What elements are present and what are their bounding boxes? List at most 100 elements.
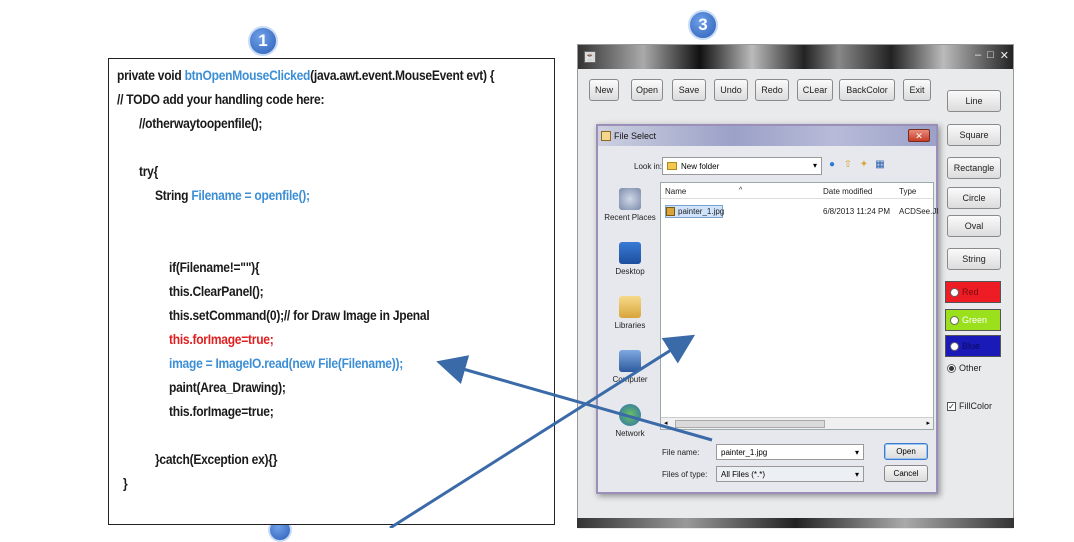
chevron-down-icon: ▾ [854, 470, 859, 479]
chevron-down-icon: ▾ [854, 448, 859, 457]
file-select-dialog: File Select ✕ Look in: New folder ▾ ● ⇧ … [596, 124, 939, 494]
step-1-badge: 1 [248, 26, 278, 56]
network-icon [619, 404, 641, 426]
file-name-label: File name: [662, 448, 700, 457]
minimize-icon[interactable]: – [975, 49, 981, 62]
scroll-left-icon[interactable]: ◂ [664, 419, 668, 427]
dialog-titlebar: File Select ✕ [598, 126, 936, 146]
color-red-label: Red [962, 287, 979, 297]
color-blue-label: Blue [962, 341, 981, 351]
dialog-app-icon [601, 131, 611, 141]
exit-button[interactable]: Exit [903, 79, 931, 101]
app-titlebar: ☕ – □ ✕ [578, 45, 1013, 69]
code-line-filename: String Filename = openfile(); [155, 187, 310, 203]
redo-button[interactable]: Redo [755, 79, 789, 101]
column-name[interactable]: Name [665, 187, 686, 196]
file-list-header: Name ^ Date modified Type [661, 183, 933, 199]
color-green-radio[interactable]: Green [945, 309, 1001, 331]
new-button[interactable]: New [589, 79, 619, 101]
radio-dot-selected [947, 363, 956, 373]
step-3-badge: 3 [688, 10, 718, 40]
undo-button[interactable]: Undo [714, 79, 748, 101]
desktop-icon [619, 242, 641, 264]
close-icon[interactable]: ✕ [908, 129, 930, 142]
window-controls: – □ ✕ [975, 49, 1009, 62]
look-in-label: Look in: [634, 162, 663, 171]
file-date-cell: 6/8/2013 11:24 PM [823, 207, 891, 216]
dialog-cancel-button[interactable]: Cancel [884, 465, 928, 482]
up-folder-icon[interactable]: ⇧ [842, 158, 854, 170]
file-type-label: Files of type: [662, 470, 708, 479]
square-button[interactable]: Square [947, 124, 1001, 146]
circle-button[interactable]: Circle [947, 187, 1001, 209]
code-line-try: try{ [139, 163, 159, 179]
clear-button[interactable]: CLear [797, 79, 833, 101]
fillcolor-label: FillColor [959, 401, 993, 411]
folder-icon [667, 162, 677, 170]
file-name-cell: painter_1.jpg [678, 207, 725, 216]
dialog-title: File Select [614, 131, 657, 141]
fillcolor-checkbox[interactable]: ✓ FillColor [947, 401, 992, 411]
code-line-comment: //otherwaytoopenfile(); [139, 115, 263, 131]
places-bar: Recent Places Desktop Libraries Computer… [602, 182, 658, 444]
string-button[interactable]: String [947, 248, 1001, 270]
app-java-icon: ☕ [584, 51, 596, 63]
place-libraries[interactable]: Libraries [602, 296, 658, 330]
color-red-radio[interactable]: Red [945, 281, 1001, 303]
look-in-select[interactable]: New folder ▾ [662, 157, 822, 175]
code-line-close-brace: } [123, 475, 128, 491]
radio-dot [950, 341, 959, 351]
place-network[interactable]: Network [602, 404, 658, 438]
place-desktop[interactable]: Desktop [602, 242, 658, 276]
column-type[interactable]: Type [899, 187, 916, 196]
save-button[interactable]: Save [672, 79, 706, 101]
place-libraries-label: Libraries [614, 321, 646, 330]
code-line-if: if(Filename!=""){ [169, 259, 260, 275]
scrollbar-thumb[interactable] [675, 420, 825, 428]
chevron-down-icon: ▾ [812, 161, 817, 170]
backcolor-button[interactable]: BackColor [839, 79, 895, 101]
place-computer-label: Computer [612, 375, 648, 384]
radio-dot [950, 315, 959, 325]
place-desktop-label: Desktop [615, 267, 645, 276]
dialog-open-button[interactable]: Open [884, 443, 928, 460]
look-in-value: New folder [681, 161, 720, 171]
place-network-label: Network [615, 429, 645, 438]
code-panel: private void btnOpenMouseClicked(java.aw… [108, 58, 555, 525]
oval-button[interactable]: Oval [947, 215, 1001, 237]
code-line-forimage-red: this.forImage=true; [169, 331, 274, 347]
code-line-setcommand: this.setCommand(0);// for Draw Image in … [169, 307, 430, 323]
back-icon[interactable]: ● [826, 158, 838, 170]
place-computer[interactable]: Computer [602, 350, 658, 384]
column-date[interactable]: Date modified [823, 187, 872, 196]
nav-toolbar: ● ⇧ ✦ ▦ [826, 158, 886, 170]
line-button[interactable]: Line [947, 90, 1001, 112]
place-recent-label: Recent Places [604, 213, 656, 222]
horizontal-scrollbar[interactable]: ◂ ▸ [661, 417, 933, 429]
file-name-input[interactable]: painter_1.jpg ▾ [716, 444, 864, 460]
color-other-radio[interactable]: Other [947, 363, 982, 373]
code-line-paint: paint(Area_Drawing); [169, 379, 286, 395]
color-blue-radio[interactable]: Blue [945, 335, 1001, 357]
file-type-value: All Files (*.*) [721, 469, 766, 479]
code-line-imageio: image = ImageIO.read(new File(Filename))… [169, 355, 403, 371]
recent-places-icon [619, 188, 641, 210]
scroll-right-icon[interactable]: ▸ [926, 419, 930, 427]
libraries-icon [619, 296, 641, 318]
app-bottom-strip [577, 518, 1014, 528]
new-folder-icon[interactable]: ✦ [858, 158, 870, 170]
sort-arrow-icon: ^ [739, 187, 743, 194]
view-menu-icon[interactable]: ▦ [874, 158, 886, 170]
radio-dot [950, 287, 959, 297]
checkbox-checked-icon: ✓ [947, 401, 956, 411]
close-icon[interactable]: ✕ [1000, 49, 1009, 62]
maximize-icon[interactable]: □ [987, 49, 994, 62]
open-button[interactable]: Open [631, 79, 663, 101]
file-row[interactable]: painter_1.jpg 6/8/2013 11:24 PM ACDSee.J… [661, 205, 939, 219]
file-type-select[interactable]: All Files (*.*) ▾ [716, 466, 864, 482]
code-line-signature: private void btnOpenMouseClicked(java.aw… [117, 67, 495, 83]
code-line-todo: // TODO add your handling code here: [117, 91, 325, 107]
file-list[interactable]: Name ^ Date modified Type painter_1.jpg … [660, 182, 939, 430]
rectangle-button[interactable]: Rectangle [947, 157, 1001, 179]
place-recent[interactable]: Recent Places [602, 188, 658, 222]
